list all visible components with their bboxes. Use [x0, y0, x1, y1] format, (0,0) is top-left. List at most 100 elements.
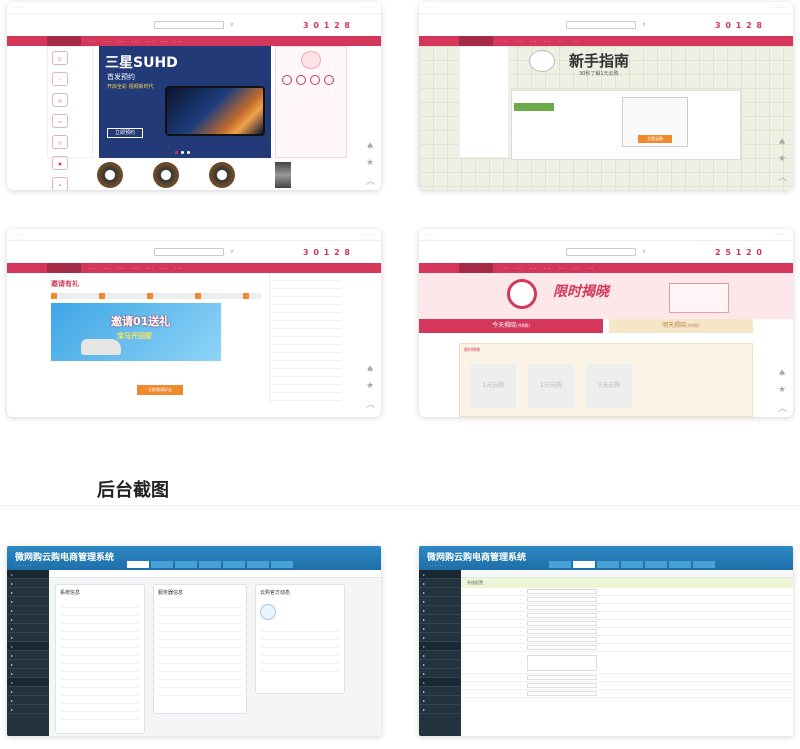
search-input[interactable]: [154, 21, 225, 29]
menu-item[interactable]: ▸: [419, 705, 461, 714]
watch-icon[interactable]: ◷: [52, 135, 68, 149]
tab[interactable]: [597, 561, 619, 568]
menu-item[interactable]: ▸: [7, 597, 49, 606]
menu-item[interactable]: ▸: [419, 669, 461, 678]
category-toggle[interactable]: [47, 36, 81, 46]
text-field[interactable]: [527, 589, 597, 594]
tab-active[interactable]: [573, 561, 595, 568]
bell-icon[interactable]: ♠: [366, 142, 375, 152]
invite-banner[interactable]: 邀请01送礼 宝马开回家: [51, 303, 221, 361]
menu-item[interactable]: ▸: [419, 687, 461, 696]
text-field[interactable]: [527, 621, 597, 626]
menu-group[interactable]: ▸: [7, 642, 49, 651]
tab[interactable]: [645, 561, 667, 568]
menu-item[interactable]: ▸: [7, 615, 49, 624]
text-field[interactable]: [527, 675, 597, 680]
star-icon[interactable]: ★: [778, 154, 787, 164]
menu-item[interactable]: ▸: [7, 588, 49, 597]
menu-item[interactable]: ▸: [419, 624, 461, 633]
menu-group[interactable]: ▸: [419, 642, 461, 651]
menu-item[interactable]: ▸: [419, 606, 461, 615]
menu-item[interactable]: ▸: [7, 579, 49, 588]
tab[interactable]: [669, 561, 691, 568]
menu-item[interactable]: ▸: [419, 615, 461, 624]
tab-home[interactable]: [127, 561, 149, 568]
tab[interactable]: [175, 561, 197, 568]
menu-group[interactable]: ▸: [419, 570, 461, 579]
menu-item[interactable]: ▸: [7, 696, 49, 705]
carousel-dots[interactable]: [175, 151, 190, 154]
product-image[interactable]: [275, 162, 291, 188]
bell-icon[interactable]: ♠: [778, 369, 787, 379]
tab-today[interactable]: 今天揭晓(共8期): [419, 319, 603, 333]
star-icon[interactable]: ★: [778, 385, 787, 395]
menu-item[interactable]: ▸: [419, 651, 461, 660]
search-input[interactable]: [566, 21, 637, 29]
chevron-up-icon[interactable]: ︿: [778, 401, 787, 414]
preorder-button[interactable]: 立即预约: [107, 128, 143, 138]
text-field[interactable]: [527, 645, 597, 650]
text-field[interactable]: [527, 629, 597, 634]
text-field[interactable]: [527, 683, 597, 688]
product-tile[interactable]: 1元云购: [528, 364, 574, 408]
star-icon[interactable]: ★: [366, 381, 375, 391]
tab[interactable]: [693, 561, 715, 568]
camera-icon[interactable]: ◎: [52, 93, 68, 107]
category-toggle[interactable]: [459, 36, 493, 46]
bell-icon[interactable]: ♠: [366, 365, 375, 375]
headphone-icon[interactable]: ◠: [52, 72, 68, 86]
chevron-up-icon[interactable]: ︿: [778, 170, 787, 183]
product-tile[interactable]: 1元云购: [470, 364, 516, 408]
menu-item[interactable]: ▸: [419, 579, 461, 588]
menu-item[interactable]: ▸: [7, 606, 49, 615]
menu-item[interactable]: ▸: [419, 696, 461, 705]
tab-tomorrow[interactable]: 明天揭晓(共0期): [609, 319, 753, 333]
chevron-up-icon[interactable]: ︿: [366, 174, 375, 187]
menu-item[interactable]: ▸: [7, 633, 49, 642]
text-field[interactable]: [527, 597, 597, 602]
search-icon[interactable]: ⌕: [642, 21, 645, 29]
menu-item[interactable]: ▸: [7, 660, 49, 669]
search-input[interactable]: [154, 248, 225, 256]
menu-item[interactable]: ▸: [7, 705, 49, 714]
tab[interactable]: [621, 561, 643, 568]
menu-group[interactable]: ▸: [7, 570, 49, 579]
menu-item[interactable]: ▸: [419, 588, 461, 597]
tab[interactable]: [247, 561, 269, 568]
bell-icon[interactable]: ♠: [778, 138, 787, 148]
menu-item[interactable]: ▸: [7, 651, 49, 660]
search-icon[interactable]: ⌕: [230, 21, 233, 29]
menu-item[interactable]: ▸: [7, 669, 49, 678]
product-image[interactable]: [153, 162, 179, 188]
category-toggle[interactable]: [459, 263, 493, 273]
hero-banner[interactable]: 三星SUHD 首发预约 开启全彩 视频新时代 立即预约: [99, 46, 271, 158]
promo-icon[interactable]: [310, 75, 320, 85]
chevron-up-icon[interactable]: ︿: [366, 397, 375, 410]
menu-group[interactable]: ▸: [419, 678, 461, 687]
tab[interactable]: [271, 561, 293, 568]
menu-item[interactable]: ▸: [419, 633, 461, 642]
category-toggle[interactable]: [47, 263, 81, 273]
text-field[interactable]: [527, 613, 597, 618]
text-field[interactable]: [527, 691, 597, 696]
promo-icon[interactable]: [282, 75, 292, 85]
tablet-icon[interactable]: ▭: [52, 114, 68, 128]
tab[interactable]: [549, 561, 571, 568]
star-icon[interactable]: ★: [366, 158, 375, 168]
phone-icon[interactable]: ◫: [52, 51, 68, 65]
tab[interactable]: [151, 561, 173, 568]
menu-item[interactable]: ▸: [7, 687, 49, 696]
search-icon[interactable]: ⌕: [642, 248, 645, 256]
menu-item[interactable]: ▸: [7, 624, 49, 633]
tab[interactable]: [199, 561, 221, 568]
menu-item[interactable]: ▸: [419, 597, 461, 606]
product-image[interactable]: [209, 162, 235, 188]
menu-group[interactable]: ▸: [7, 678, 49, 687]
promo-icon[interactable]: [296, 75, 306, 85]
search-icon[interactable]: ⌕: [230, 248, 233, 256]
product-image[interactable]: [97, 162, 123, 188]
invite-cta[interactable]: 立即邀请好友: [137, 385, 183, 395]
promo-icon[interactable]: [324, 75, 334, 85]
product-tile[interactable]: 1元云购: [586, 364, 632, 408]
guide-button[interactable]: 立即云购: [638, 135, 672, 143]
